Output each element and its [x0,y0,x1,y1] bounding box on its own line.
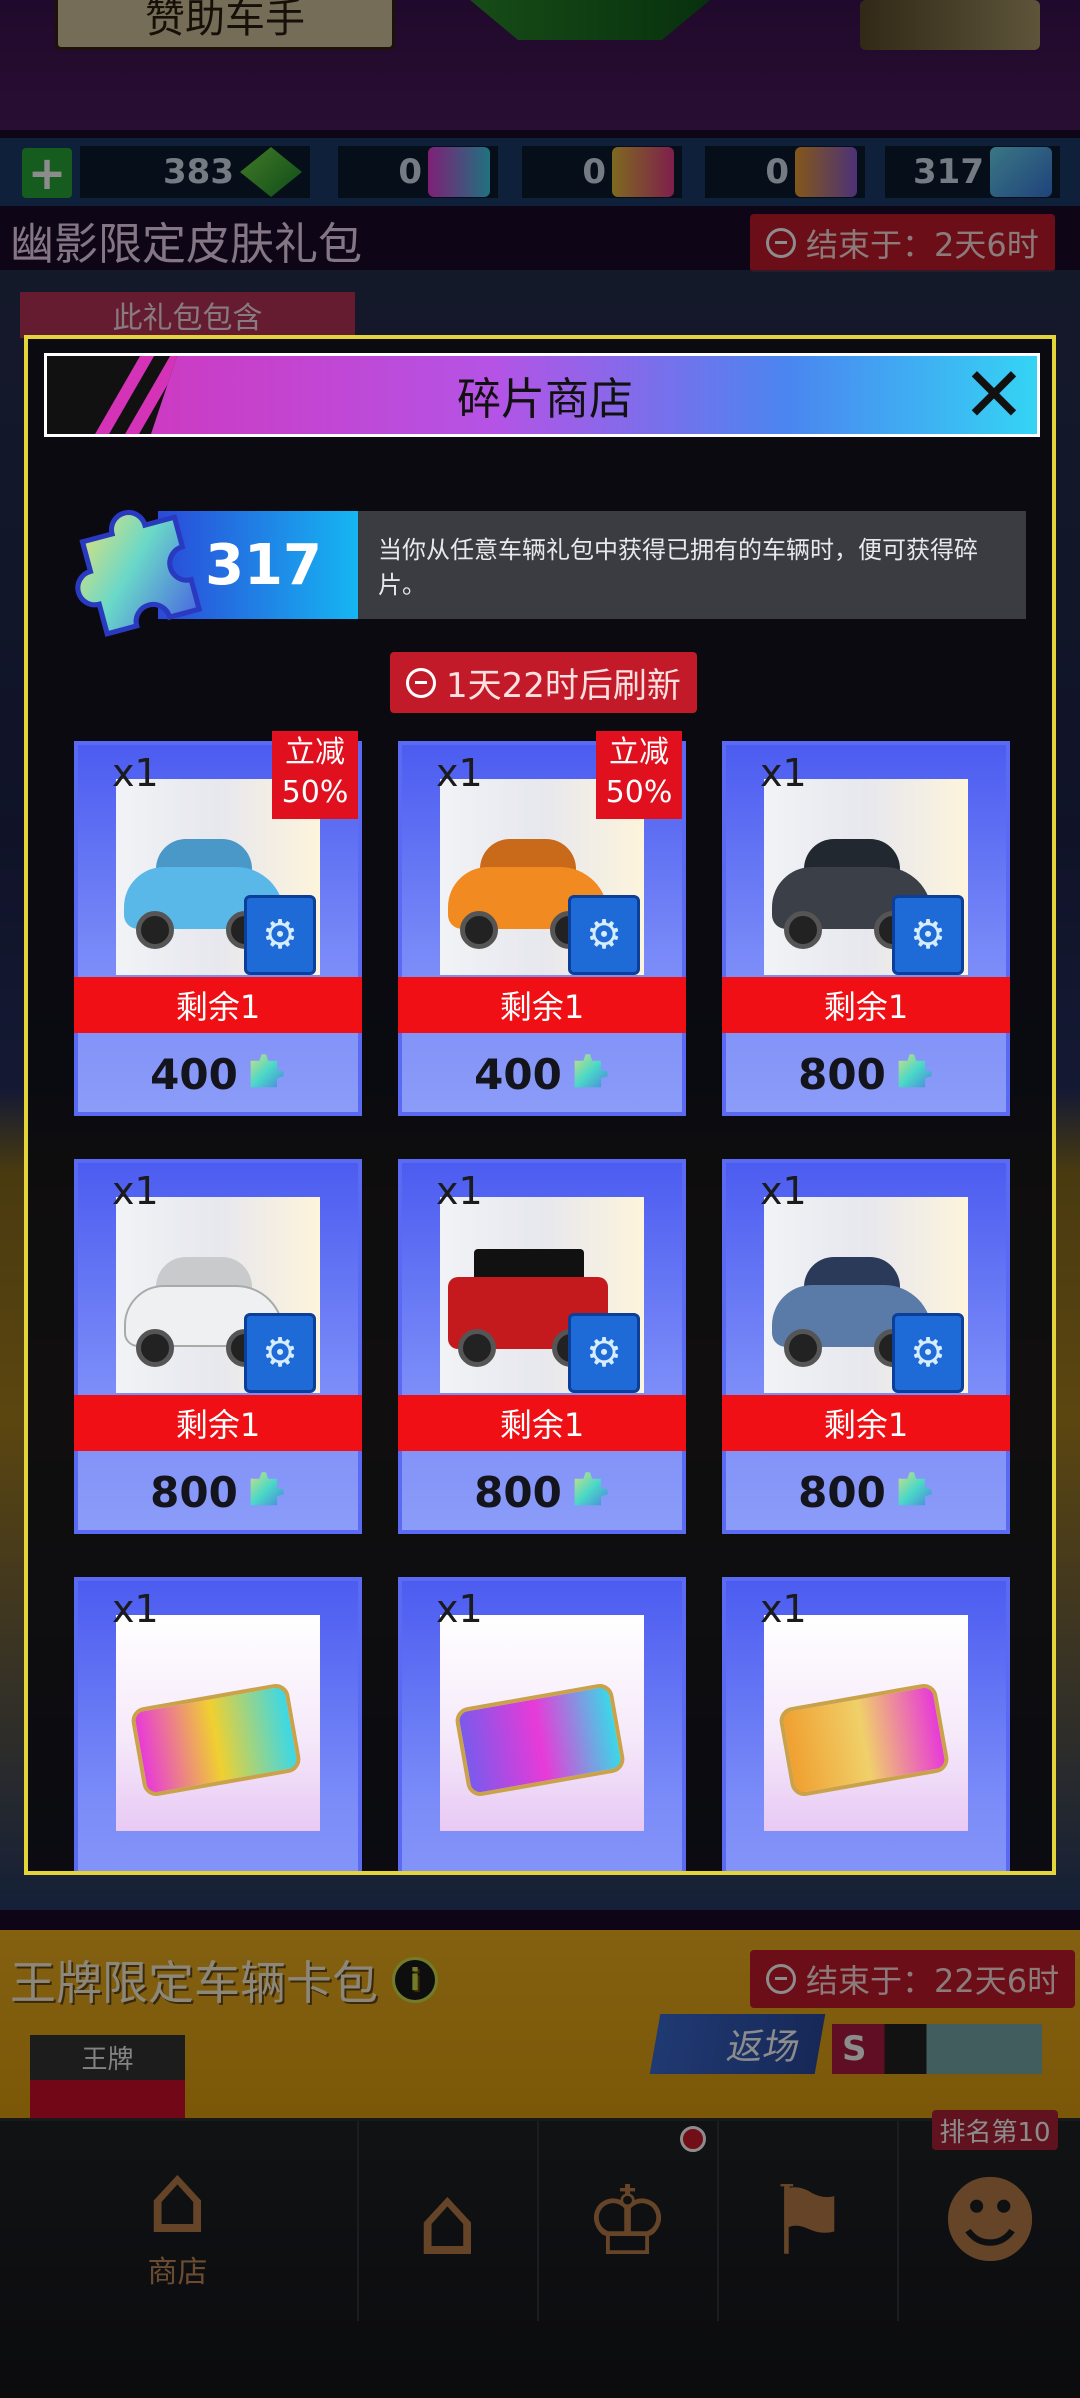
puzzle-icon [574,1472,608,1506]
car-image: ⚙ [116,1197,320,1393]
puzzle-icon [898,1054,932,1088]
skin-card-image [764,1615,968,1831]
fragment-balance-bar: 317 当你从任意车辆礼包中获得已拥有的车辆时，便可获得碎片。 [158,511,1026,619]
shop-item-card[interactable]: x1 [398,1577,686,1871]
blueprint-icon: ⚙ [244,1313,316,1393]
modal-header: 碎片商店 ✕ [44,353,1040,437]
fragment-description: 当你从任意车辆礼包中获得已拥有的车辆时，便可获得碎片。 [378,536,978,599]
shop-item-card[interactable]: x1 [74,1577,362,1871]
car-image: ⚙ [440,1197,644,1393]
item-price[interactable]: 800 [74,1459,362,1525]
item-quantity: x1 [436,1587,483,1631]
car-image: ⚙ [764,1197,968,1393]
remaining-stock: 剩余1 [74,977,362,1033]
remaining-stock: 剩余1 [74,1395,362,1451]
puzzle-icon [574,1054,608,1088]
item-price[interactable]: 800 [398,1459,686,1525]
purple-skin-card-icon [453,1681,627,1799]
modal-title: 碎片商店 [457,374,633,425]
item-quantity: x1 [436,1169,483,1213]
shop-item-card[interactable]: x1 [722,1577,1010,1871]
item-price[interactable]: 400 [74,1041,362,1107]
discount-badge: 立减 50% [272,731,358,819]
close-icon[interactable]: ✕ [959,357,1029,433]
skin-card-image [440,1615,644,1831]
blueprint-icon: ⚙ [892,1313,964,1393]
remaining-stock: 剩余1 [722,977,1010,1033]
clock-icon [406,667,436,698]
item-quantity: x1 [112,1169,159,1213]
car-image: ⚙ [764,779,968,975]
item-quantity: x1 [436,751,483,795]
remaining-stock: 剩余1 [722,1395,1010,1451]
shop-item-card[interactable]: ⚙ x1 立减 50% 剩余1 400 [398,731,686,1116]
blueprint-icon: ⚙ [244,895,316,975]
discount-badge: 立减 50% [596,731,682,819]
pink-skin-card-icon [129,1681,303,1799]
item-quantity: x1 [760,751,807,795]
item-price[interactable]: 400 [398,1041,686,1107]
remaining-stock: 剩余1 [398,1395,686,1451]
item-price[interactable]: 800 [722,1041,1010,1107]
shop-item-card[interactable]: ⚙ x1 剩余1 800 [74,1159,362,1534]
remaining-stock: 剩余1 [398,977,686,1033]
puzzle-icon [75,510,203,637]
blueprint-icon: ⚙ [568,895,640,975]
item-quantity: x1 [112,751,159,795]
shop-item-card[interactable]: ⚙ x1 立减 50% 剩余1 400 [74,731,362,1116]
puzzle-icon [250,1472,284,1506]
skin-card-image [116,1615,320,1831]
puzzle-icon [898,1472,932,1506]
item-quantity: x1 [760,1169,807,1213]
item-price[interactable]: 800 [722,1459,1010,1525]
blueprint-icon: ⚙ [568,1313,640,1393]
item-quantity: x1 [760,1587,807,1631]
fragment-shop-modal: 碎片商店 ✕ 317 当你从任意车辆礼包中获得已拥有的车辆时，便可获得碎片。 1… [24,335,1056,1875]
refresh-timer: 1天22时后刷新 [390,652,697,713]
blueprint-icon: ⚙ [892,895,964,975]
shop-item-card[interactable]: ⚙ x1 剩余1 800 [722,741,1010,1116]
shop-item-card[interactable]: ⚙ x1 剩余1 800 [398,1159,686,1534]
shop-item-card[interactable]: ⚙ x1 剩余1 800 [722,1159,1010,1534]
puzzle-icon [250,1054,284,1088]
gold-skin-card-icon [777,1681,951,1799]
item-quantity: x1 [112,1587,159,1631]
